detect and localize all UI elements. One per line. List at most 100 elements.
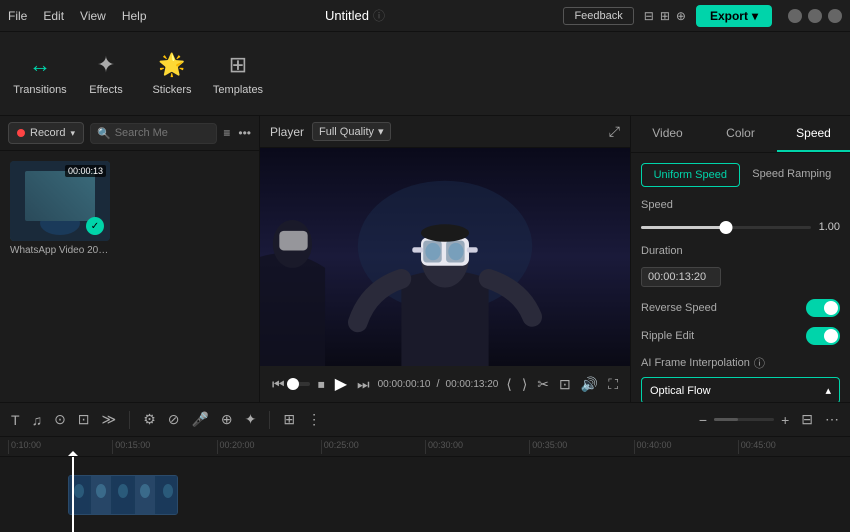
left-panel: Record ▾ 🔍 ≡ ••• xyxy=(0,116,260,402)
skip-back-button[interactable]: ⏮ xyxy=(270,374,287,395)
clip-button[interactable]: ✂ xyxy=(535,374,551,395)
ripple-edit-toggle[interactable] xyxy=(806,327,840,345)
ai-frame-info-icon[interactable]: ⓘ xyxy=(754,355,765,371)
media-filename: WhatsApp Video 2023-10-05... xyxy=(10,245,110,256)
tab-speed[interactable]: Speed xyxy=(777,116,850,152)
playhead[interactable] xyxy=(72,457,74,532)
mark-in-button[interactable]: ⟨ xyxy=(504,374,513,395)
stickers-icon: 🌟 xyxy=(158,52,185,78)
player-expand-icon[interactable]: ⤢ xyxy=(609,123,620,140)
toolbar-effects[interactable]: ✦ Effects xyxy=(74,38,138,110)
export-button[interactable]: Export ▾ xyxy=(696,5,772,27)
uniform-speed-tab[interactable]: Uniform Speed xyxy=(641,163,740,187)
menu-view[interactable]: View xyxy=(80,9,106,23)
total-time: 00:00:13:20 xyxy=(446,379,499,390)
mic-tool-button[interactable]: 🎤 xyxy=(188,408,211,431)
ruler-marks: 0:10:00 00:15:00 00:20:00 00:25:00 00:30… xyxy=(0,440,850,454)
speed-ramping-tab[interactable]: Speed Ramping xyxy=(744,163,841,187)
speed-slider-container: 1.00 xyxy=(641,221,840,233)
text-tool-button[interactable]: T xyxy=(8,409,23,431)
zoom-in-button[interactable]: + xyxy=(778,409,792,431)
search-box[interactable]: 🔍 xyxy=(90,123,217,144)
skip-fwd-button[interactable]: ⏭ xyxy=(355,374,372,395)
player-video xyxy=(260,148,630,366)
tab-color[interactable]: Color xyxy=(704,116,777,152)
timeline-dots-button[interactable]: ⋯ xyxy=(822,408,842,431)
speed-value: 1.00 xyxy=(819,221,840,233)
split-tool-button[interactable]: ⊘ xyxy=(165,408,183,431)
maximize-button[interactable]: □ xyxy=(808,9,822,23)
ai-mode-dropdown[interactable]: Optical Flow ▴ xyxy=(641,377,840,402)
left-panel-toolbar: Record ▾ 🔍 ≡ ••• xyxy=(0,116,259,151)
close-button[interactable]: × xyxy=(828,9,842,23)
selected-mode-label: Optical Flow xyxy=(650,385,711,397)
crop-tool-button[interactable]: ⊡ xyxy=(75,408,93,431)
window-icon-3[interactable]: ⊕ xyxy=(676,9,686,23)
mark-out-button[interactable]: ⟩ xyxy=(520,374,529,395)
feedback-button[interactable]: Feedback xyxy=(563,7,633,25)
menu-edit[interactable]: Edit xyxy=(43,9,64,23)
clip-preview-svg xyxy=(69,476,178,515)
app-title: Untitled xyxy=(325,8,369,23)
left-panel-icons: ≡ ••• xyxy=(223,126,251,140)
overlay-button[interactable]: ⊡ xyxy=(557,374,573,395)
speed-label: Speed xyxy=(641,199,673,211)
ripple-edit-label: Ripple Edit xyxy=(641,330,694,342)
zoom-slider[interactable] xyxy=(714,418,774,421)
ripple-toggle-handle xyxy=(824,329,838,343)
window-icon-2[interactable]: ⊞ xyxy=(660,9,670,23)
volume-button[interactable]: 🔊 xyxy=(579,374,600,395)
record-button[interactable]: Record ▾ xyxy=(8,122,84,144)
play-button[interactable]: ▶ xyxy=(333,372,349,396)
speed-mode-tabs: Uniform Speed Speed Ramping xyxy=(641,163,840,187)
more-icon[interactable]: ••• xyxy=(238,126,251,140)
fullscreen-button[interactable]: ⛶ xyxy=(606,374,620,395)
progress-handle[interactable] xyxy=(287,378,299,390)
main-toolbar: ↔ Transitions ✦ Effects 🌟 Stickers ⊞ Tem… xyxy=(0,32,850,116)
dropdown-chevron-icon: ▴ xyxy=(825,384,831,397)
zoom-out-button[interactable]: − xyxy=(696,409,710,431)
progress-bar[interactable] xyxy=(293,382,310,386)
toolbar-templates[interactable]: ⊞ Templates xyxy=(206,38,270,110)
menu-file[interactable]: File xyxy=(8,9,27,23)
minimize-button[interactable]: ─ xyxy=(788,9,802,23)
title-icons: ⊟ ⊞ ⊕ xyxy=(644,9,686,23)
settings-tool-button[interactable]: ⚙ xyxy=(140,408,159,431)
magic-tool-button[interactable]: ✦ xyxy=(242,408,260,431)
zoom-fill xyxy=(714,418,738,421)
speed-slider-handle[interactable] xyxy=(719,221,732,234)
timeline: T ♫ ⊙ ⊡ ≫ ⚙ ⊘ 🎤 ⊕ ✦ ⊞ ⋮ − + ⊟ ⋯ 0:10:00 … xyxy=(0,402,850,532)
menu-help[interactable]: Help xyxy=(122,9,147,23)
toolbar-transitions[interactable]: ↔ Transitions xyxy=(8,38,72,110)
reverse-speed-toggle[interactable] xyxy=(806,299,840,317)
ai-frame-label: AI Frame Interpolation xyxy=(641,357,750,369)
search-input[interactable] xyxy=(115,127,211,139)
quality-select[interactable]: Full Quality ▾ xyxy=(312,122,391,141)
more-tools-button[interactable]: ≫ xyxy=(99,408,120,431)
center-panel: Player Full Quality ▾ ⤢ xyxy=(260,116,630,402)
filter-icon[interactable]: ≡ xyxy=(223,126,230,140)
ruler-mark-0: 0:10:00 xyxy=(8,440,112,454)
stop-button[interactable]: ⏹ xyxy=(316,374,327,395)
video-content-svg xyxy=(260,148,630,366)
time-separator: / xyxy=(436,378,439,390)
timeline-track xyxy=(0,457,850,532)
current-time: 00:00:00:10 xyxy=(378,379,431,390)
ruler-mark-5: 00:35:00 xyxy=(529,440,633,454)
grid-button[interactable]: ⊞ xyxy=(280,408,298,431)
effect-tool-button[interactable]: ⊙ xyxy=(51,408,69,431)
window-icon-1[interactable]: ⊟ xyxy=(644,9,654,23)
split-button-2[interactable]: ⋮ xyxy=(304,408,324,431)
media-grid: 00:00:13 ✓ WhatsApp Video 2023-10-05... xyxy=(0,151,259,402)
tab-video[interactable]: Video xyxy=(631,116,704,152)
track-clip[interactable] xyxy=(68,475,178,515)
duration-input[interactable] xyxy=(641,267,721,287)
layers-button[interactable]: ⊟ xyxy=(798,408,816,431)
audio-tool-button[interactable]: ♫ xyxy=(29,409,46,431)
tl-separator-2 xyxy=(269,411,270,429)
toolbar-stickers[interactable]: 🌟 Stickers xyxy=(140,38,204,110)
media-thumbnail[interactable]: 00:00:13 ✓ xyxy=(10,161,110,241)
speed-slider-track[interactable] xyxy=(641,226,811,229)
media-item[interactable]: 00:00:13 ✓ WhatsApp Video 2023-10-05... xyxy=(10,161,110,256)
merge-tool-button[interactable]: ⊕ xyxy=(218,408,236,431)
